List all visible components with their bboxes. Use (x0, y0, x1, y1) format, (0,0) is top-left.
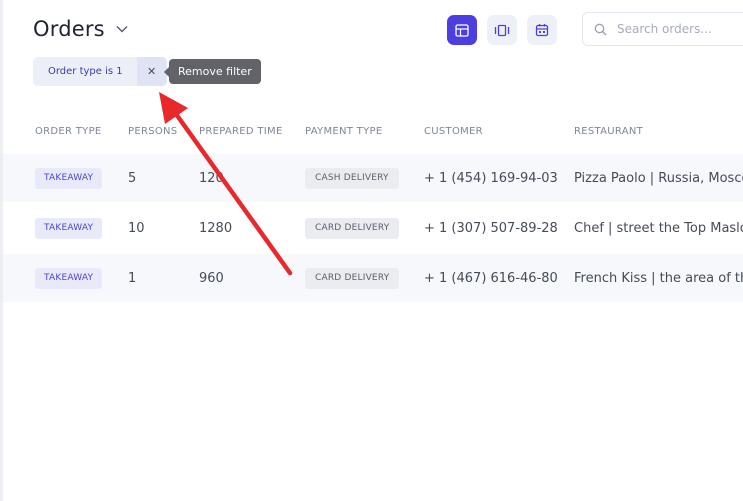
restaurant-cell: Pizza Paolo | Russia, Moscow (574, 170, 743, 186)
order-type-badge: TAKEAWAY (35, 267, 103, 289)
order-type-badge: TAKEAWAY (35, 217, 103, 239)
order-type-badge: TAKEAWAY (35, 167, 103, 189)
column-header-payment-type[interactable]: PAYMENT TYPE (305, 126, 382, 137)
filter-chip-label: Order type is 1 (48, 66, 123, 77)
payment-type-badge: CASH DELIVERY (305, 167, 399, 189)
customer-cell: + 1 (467) 616-46-80 (424, 270, 558, 286)
prepared-time-cell: 120 (199, 170, 224, 186)
payment-type-badge: CARD DELIVERY (305, 267, 400, 289)
table-view-button[interactable] (447, 15, 477, 45)
persons-cell: 10 (128, 220, 145, 236)
table-row[interactable]: TAKEAWAY 5 120 CASH DELIVERY + 1 (454) 1… (3, 154, 743, 202)
customer-cell: + 1 (307) 507-89-28 (424, 220, 558, 236)
calendar-view-button[interactable] (527, 15, 557, 45)
column-header-prepared-time[interactable]: PREPARED TIME (199, 126, 283, 137)
kanban-icon (494, 24, 510, 36)
persons-cell: 1 (128, 270, 137, 286)
page-title: Orders (33, 17, 105, 41)
filter-chip: Order type is 1 ✕ (33, 57, 167, 86)
customer-cell: + 1 (454) 169-94-03 (424, 170, 558, 186)
persons-cell: 5 (128, 170, 137, 186)
remove-filter-button[interactable]: ✕ (136, 57, 167, 86)
column-header-restaurant[interactable]: RESTAURANT (574, 126, 643, 137)
search-box[interactable] (582, 12, 743, 46)
calendar-icon (535, 24, 549, 37)
payment-type-badge: CARD DELIVERY (305, 217, 400, 239)
restaurant-cell: French Kiss | the area of the (574, 270, 743, 286)
table-icon (455, 23, 469, 37)
table-row[interactable]: TAKEAWAY 10 1280 CARD DELIVERY + 1 (307)… (3, 204, 743, 252)
kanban-view-button[interactable] (487, 15, 517, 45)
search-input[interactable] (617, 22, 737, 36)
column-header-order-type[interactable]: ORDER TYPE (35, 126, 102, 137)
column-header-customer[interactable]: CUSTOMER (424, 126, 483, 137)
search-icon (594, 23, 607, 35)
restaurant-cell: Chef | street the Top Maslovka (574, 220, 743, 236)
prepared-time-cell: 1280 (199, 220, 233, 236)
column-header-persons[interactable]: PERSONS (128, 126, 177, 137)
table-row[interactable]: TAKEAWAY 1 960 CARD DELIVERY + 1 (467) 6… (3, 254, 743, 302)
prepared-time-cell: 960 (199, 270, 224, 286)
page-header: Orders (33, 14, 129, 44)
chevron-down-icon[interactable] (115, 22, 129, 36)
remove-filter-tooltip: Remove filter (164, 59, 261, 84)
close-icon: ✕ (147, 65, 157, 78)
